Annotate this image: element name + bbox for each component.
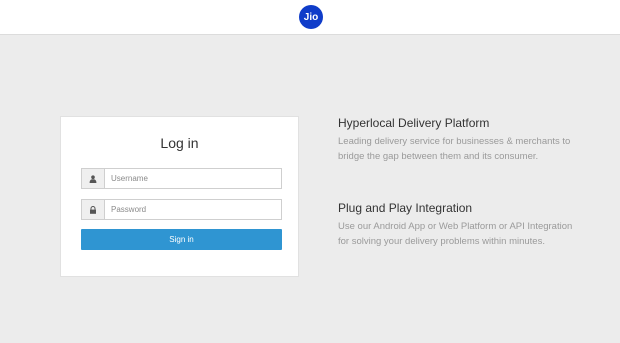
feature-title: Hyperlocal Delivery Platform [338, 116, 490, 130]
feature-description: Leading delivery service for businesses … [338, 136, 571, 162]
feature-integration: Plug and Play Integration Use our Androi… [338, 201, 578, 249]
password-input[interactable] [111, 202, 277, 217]
feature-title: Plug and Play Integration [338, 201, 473, 215]
login-card: Log in Sign in [60, 116, 299, 277]
username-input[interactable] [111, 171, 277, 186]
header-bar: Jio [0, 0, 620, 35]
sign-in-button[interactable]: Sign in [81, 229, 282, 250]
feature-hyperlocal: Hyperlocal Delivery Platform Leading del… [338, 116, 578, 164]
feature-description: Use our Android App or Web Platform or A… [338, 221, 573, 247]
lock-icon [82, 200, 105, 219]
username-field[interactable] [81, 168, 282, 189]
jio-logo[interactable]: Jio [299, 5, 323, 29]
password-field[interactable] [81, 199, 282, 220]
user-icon [82, 169, 105, 188]
login-title: Log in [160, 135, 199, 151]
